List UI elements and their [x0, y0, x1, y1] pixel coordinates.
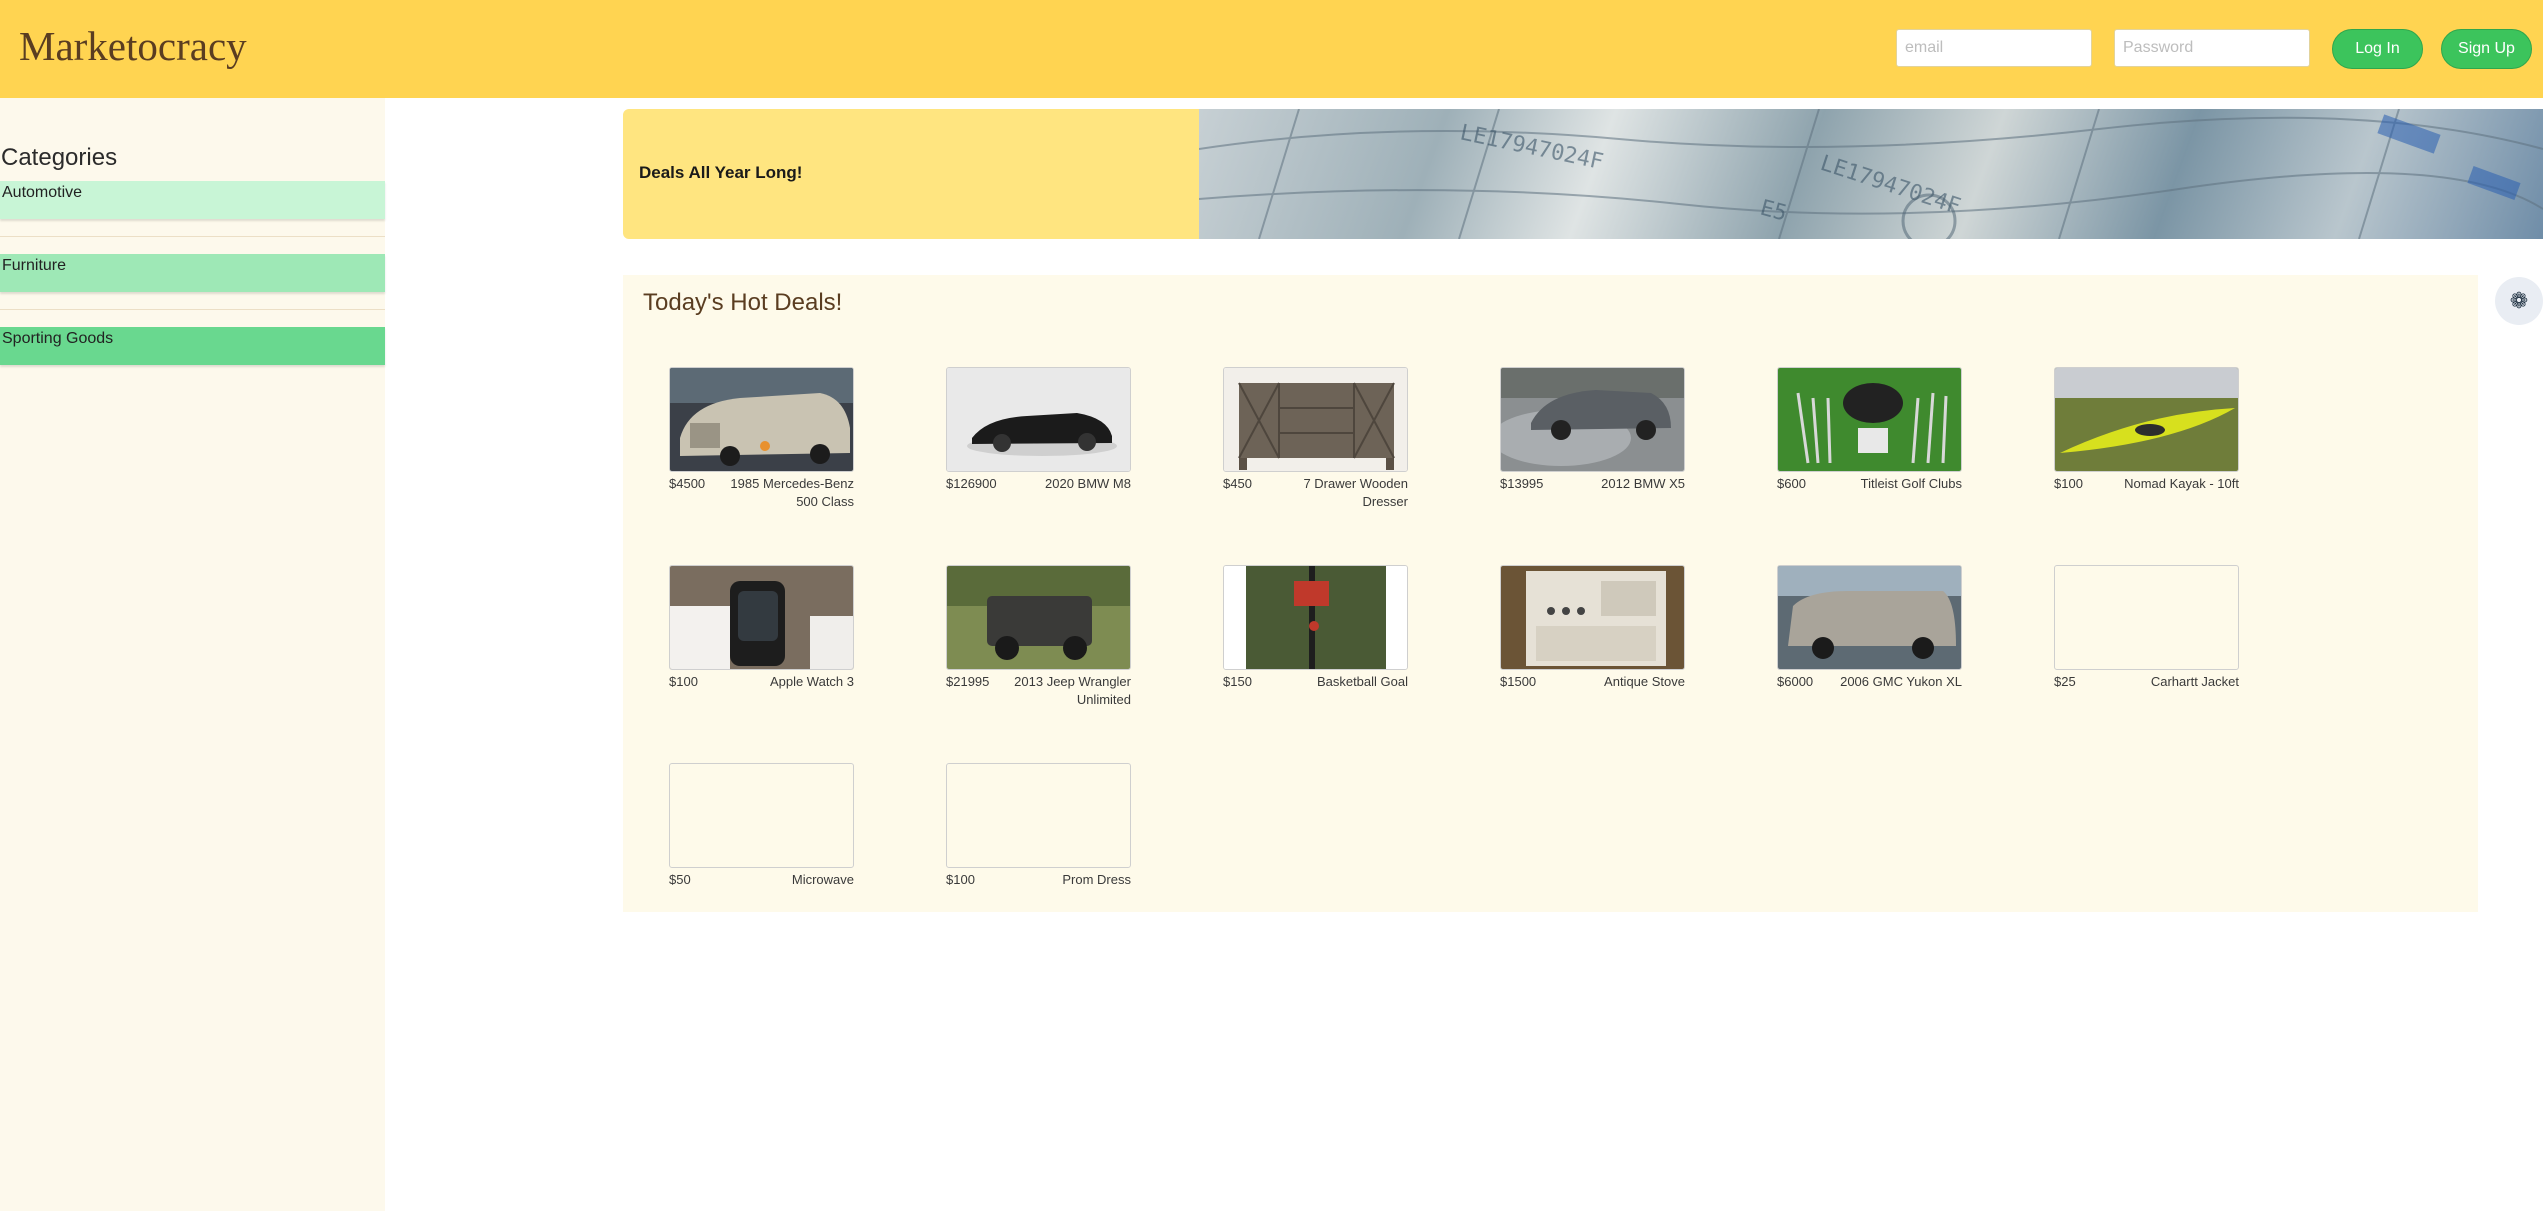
deal-name: Prom Dress: [1062, 872, 1131, 887]
login-button[interactable]: Log In: [2332, 29, 2423, 69]
email-field[interactable]: [1896, 29, 2092, 67]
deal-image[interactable]: [1500, 565, 1685, 670]
deal-image[interactable]: [1223, 367, 1408, 472]
svg-text:LE17947024F: LE17947024F: [1817, 151, 1963, 220]
deal-name: Microwave: [791, 872, 854, 887]
deal-name: Basketball Goal: [1316, 674, 1408, 689]
banner-text-box: Deals All Year Long!: [623, 109, 1200, 239]
header-bar: Marketocracy Log In Sign Up: [0, 0, 2543, 98]
deal-price: $100: [946, 872, 975, 887]
deal-image-placeholder[interactable]: [946, 763, 1131, 868]
deal-card-kayak[interactable]: $100 Nomad Kayak - 10ft: [2054, 367, 2239, 493]
hot-deals-panel: Today's Hot Deals! $4500 1985 Mercedes-Be…: [623, 275, 2478, 912]
categories-heading: Categories: [1, 144, 118, 171]
deal-card-apple-watch[interactable]: $100 Apple Watch 3: [669, 565, 854, 691]
deal-card-basketball-goal[interactable]: $150 Basketball Goal: [1223, 565, 1408, 691]
deal-price: $13995: [1500, 476, 1544, 491]
bmw-x5-photo: [1501, 368, 1684, 471]
deal-name: 2012 BMW X5: [1601, 476, 1685, 491]
apple-watch-photo: [670, 566, 853, 669]
deal-name: 7 Drawer Wooden Dresser: [1303, 476, 1408, 509]
deal-card-carhartt-jacket[interactable]: $25 Carhartt Jacket: [2054, 565, 2239, 691]
banner-money-graphic: LE17947024F LE17947024F E5: [1199, 109, 2543, 239]
deal-image[interactable]: [1500, 367, 1685, 472]
deal-name: Nomad Kayak - 10ft: [2124, 476, 2239, 491]
deal-image[interactable]: [669, 565, 854, 670]
deal-price: $126900: [946, 476, 997, 491]
deal-card-dresser[interactable]: $450 7 Drawer Wooden Dresser: [1223, 367, 1408, 511]
deal-image-placeholder[interactable]: [2054, 565, 2239, 670]
bmw-m8-photo: [947, 368, 1130, 471]
deal-price: $600: [1777, 476, 1806, 491]
promo-banner: Deals All Year Long! LE17947024F LE17947…: [623, 109, 2543, 239]
deal-name: Antique Stove: [1604, 674, 1685, 689]
hot-deals-heading: Today's Hot Deals!: [643, 289, 843, 316]
deal-image[interactable]: [1223, 565, 1408, 670]
deal-name: Carhartt Jacket: [2150, 674, 2239, 689]
mercedes-photo: [670, 368, 853, 471]
deal-card-bmw-m8[interactable]: $126900 2020 BMW M8: [946, 367, 1131, 493]
sidebar-item-label: Furniture: [2, 257, 67, 274]
antique-stove-photo: [1501, 566, 1684, 669]
sidebar-item-label: Automotive: [2, 184, 83, 201]
kayak-photo: [2055, 368, 2238, 471]
sidebar-item-sporting-goods[interactable]: Sporting Goods: [0, 327, 385, 365]
deal-price: $50: [669, 872, 691, 887]
deal-price: $4500: [669, 476, 706, 491]
deal-card-prom-dress[interactable]: $100 Prom Dress: [946, 763, 1131, 889]
deal-price: $100: [669, 674, 698, 689]
divider: [0, 309, 385, 310]
deal-image[interactable]: [669, 367, 854, 472]
deal-price: $1500: [1500, 674, 1537, 689]
deal-card-jeep[interactable]: $21995 2013 Jeep Wrangler Unlimited: [946, 565, 1131, 709]
deal-price: $150: [1223, 674, 1252, 689]
sidebar-item-label: Sporting Goods: [2, 330, 114, 347]
deal-image[interactable]: [946, 367, 1131, 472]
signup-button[interactable]: Sign Up: [2441, 29, 2532, 69]
deal-card-golf-clubs[interactable]: $600 Titleist Golf Clubs: [1777, 367, 1962, 493]
brand-logo[interactable]: Marketocracy: [19, 22, 247, 70]
deal-name: Titleist Golf Clubs: [1860, 476, 1962, 491]
deal-card-gmc-yukon[interactable]: $6000 2006 GMC Yukon XL: [1777, 565, 1962, 691]
basketball-goal-photo: [1224, 566, 1407, 669]
deal-name: 1985 Mercedes-Benz 500 Class: [730, 476, 854, 509]
banner-money-image: LE17947024F LE17947024F E5: [1199, 109, 2543, 239]
deal-name: 2013 Jeep Wrangler Unlimited: [1014, 674, 1131, 707]
deal-image[interactable]: [946, 565, 1131, 670]
deal-price: $6000: [1777, 674, 1814, 689]
deal-card-microwave[interactable]: $50 Microwave: [669, 763, 854, 889]
deal-image[interactable]: [1777, 367, 1962, 472]
deal-name: Apple Watch 3: [769, 674, 854, 689]
deal-price: $21995: [946, 674, 990, 689]
divider: [0, 236, 385, 237]
deal-name: 2020 BMW M8: [1045, 476, 1131, 491]
deal-card-mercedes[interactable]: $4500 1985 Mercedes-Benz 500 Class: [669, 367, 854, 511]
deal-name: 2006 GMC Yukon XL: [1840, 674, 1962, 689]
dresser-photo: [1224, 368, 1407, 471]
deal-price: $450: [1223, 476, 1252, 491]
banner-headline: Deals All Year Long!: [639, 163, 803, 182]
sidebar-item-automotive[interactable]: Automotive: [0, 181, 385, 219]
deal-image-placeholder[interactable]: [669, 763, 854, 868]
deal-card-bmw-x5[interactable]: $13995 2012 BMW X5: [1500, 367, 1685, 493]
sidebar: Categories Automotive Furniture Sporting…: [0, 98, 385, 1211]
jeep-photo: [947, 566, 1130, 669]
password-field[interactable]: [2114, 29, 2310, 67]
deal-card-antique-stove[interactable]: $1500 Antique Stove: [1500, 565, 1685, 691]
deal-price: $100: [2054, 476, 2083, 491]
deal-price: $25: [2054, 674, 2076, 689]
deal-image[interactable]: [1777, 565, 1962, 670]
golf-clubs-photo: [1778, 368, 1961, 471]
gmc-yukon-photo: [1778, 566, 1961, 669]
deal-image[interactable]: [2054, 367, 2239, 472]
sidebar-item-furniture[interactable]: Furniture: [0, 254, 385, 292]
svg-text:LE17947024F: LE17947024F: [1458, 120, 1606, 175]
gear-icon[interactable]: ❁: [2495, 277, 2543, 325]
